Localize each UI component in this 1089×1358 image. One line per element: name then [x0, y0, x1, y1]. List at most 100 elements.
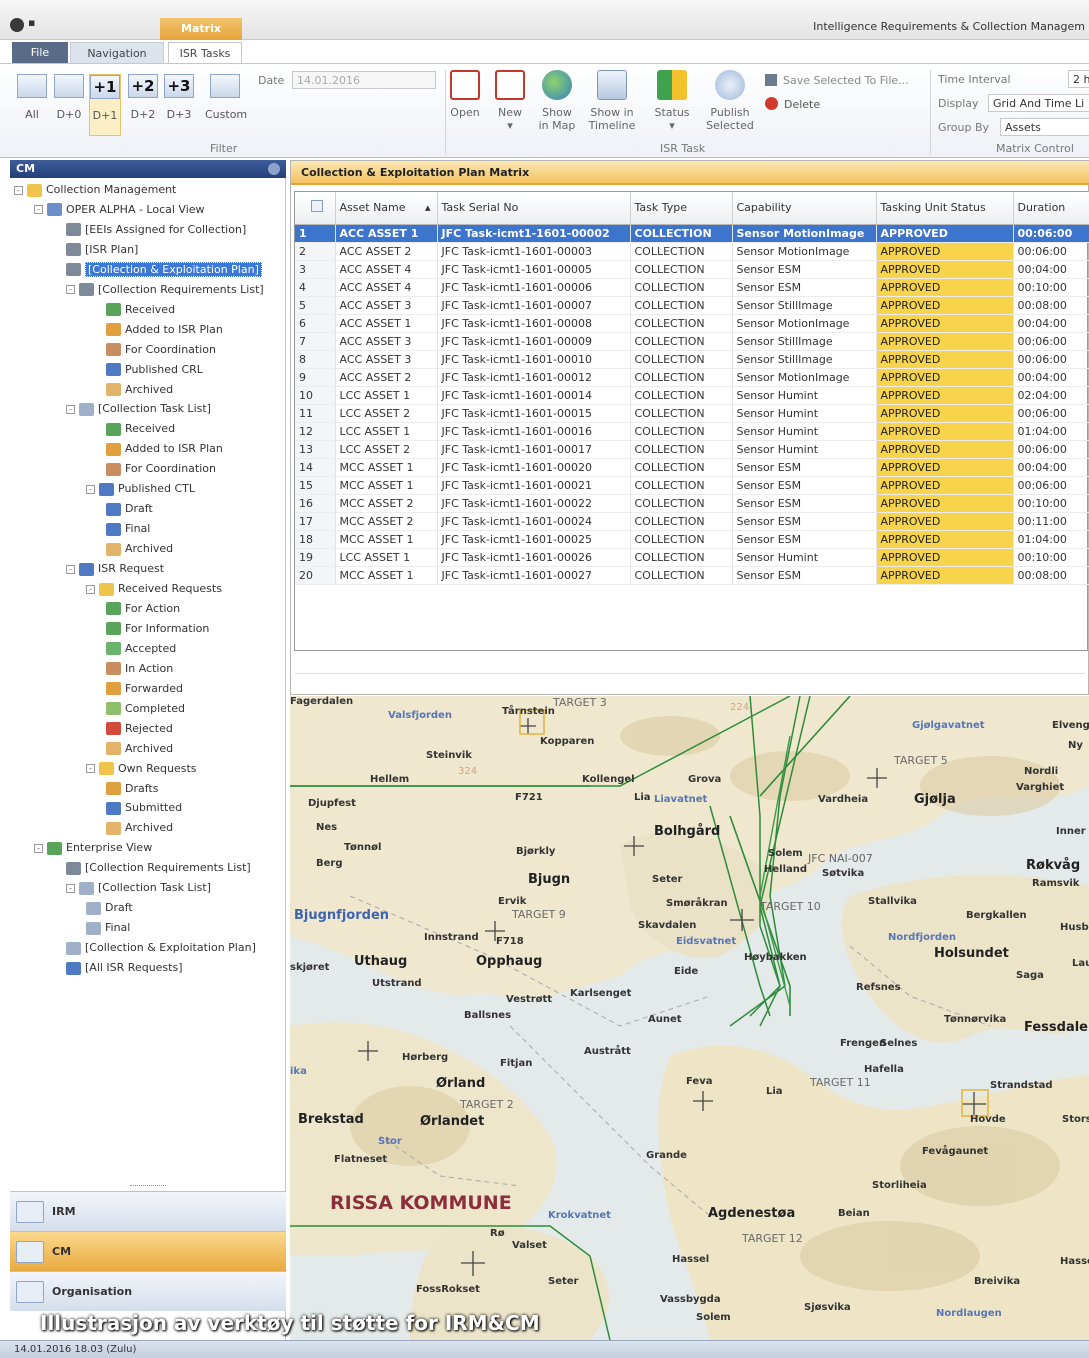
tree-expander-icon[interactable]: -	[86, 584, 95, 594]
filter-d1-button[interactable]: +1 D+1	[89, 74, 121, 136]
tree-expander-icon[interactable]: -	[66, 285, 75, 295]
tree-node[interactable]: Final	[106, 519, 150, 538]
tree-expander-icon[interactable]: -	[86, 764, 95, 774]
collapse-panel-icon[interactable]	[268, 163, 280, 175]
date-picker[interactable]: 14.01.2016	[292, 71, 436, 89]
tree-node[interactable]: Submitted	[106, 798, 182, 817]
nav-cm-button[interactable]: CM	[10, 1231, 286, 1271]
filter-custom-button[interactable]: Custom	[205, 74, 247, 136]
display-select[interactable]: Grid And Time Li	[988, 94, 1089, 112]
table-row[interactable]: 8 ACC ASSET 3 JFC Task-icmt1-1601-00010 COL…	[295, 350, 1089, 369]
table-row[interactable]: 6 ACC ASSET 1 JFC Task-icmt1-1601-00008 COL…	[295, 314, 1089, 333]
table-row[interactable]: 4 ACC ASSET 4 JFC Task-icmt1-1601-00006 COL…	[295, 278, 1089, 297]
filter-d2-button[interactable]: +2 D+2	[127, 74, 159, 136]
column-header[interactable]: Task Type	[630, 192, 733, 225]
table-row[interactable]: 18 MCC ASSET 1 JFC Task-icmt1-1601-00025 CO…	[295, 530, 1089, 549]
tree-expander-icon[interactable]: -	[66, 883, 75, 893]
column-header[interactable]: Task Serial No	[437, 192, 631, 225]
time-interval-select[interactable]: 2 h	[1068, 70, 1089, 88]
tree-node[interactable]: - Enterprise View	[34, 838, 152, 857]
tree-node[interactable]: [ISR Plan]	[66, 240, 138, 259]
publish-selected-button[interactable]: Publish Selected	[705, 70, 755, 132]
tree-node[interactable]: For Action	[106, 599, 180, 618]
show-in-map-button[interactable]: Show in Map	[532, 70, 582, 132]
table-row[interactable]: 1 ACC ASSET 1 JFC Task-icmt1-1601-00002 COL…	[295, 224, 1089, 243]
tree-node[interactable]: - Received Requests	[86, 579, 222, 598]
group-by-select[interactable]: Assets	[1000, 118, 1089, 136]
tree-node[interactable]: Draft	[106, 499, 153, 518]
tree-node[interactable]: Archived	[106, 380, 173, 399]
status-button[interactable]: Status ▾	[647, 70, 697, 132]
tree-node[interactable]: Draft	[86, 898, 133, 917]
app-menu-icon[interactable]	[10, 18, 24, 32]
column-header[interactable]: Asset Name ▴	[335, 192, 438, 225]
tree-node[interactable]: - [Collection Requirements List]	[66, 280, 264, 299]
tree-node[interactable]: [All ISR Requests]	[66, 958, 183, 977]
tree-node[interactable]: - [Collection Task List]	[66, 399, 211, 418]
tree-node[interactable]: [Collection & Exploitation Plan]	[66, 938, 256, 957]
table-row[interactable]: 2 ACC ASSET 2 JFC Task-icmt1-1601-00003 COL…	[295, 242, 1089, 261]
tree-node[interactable]: Forwarded	[106, 679, 183, 698]
filter-d0-button[interactable]: D+0	[53, 74, 85, 136]
table-row[interactable]: 19 LCC ASSET 1 JFC Task-icmt1-1601-00026 CO…	[295, 548, 1089, 567]
tree-node[interactable]: Added to ISR Plan	[106, 320, 223, 339]
delete-button[interactable]: Delete	[765, 97, 820, 111]
column-header[interactable]: Capability	[732, 192, 877, 225]
table-row[interactable]: 11 LCC ASSET 2 JFC Task-icmt1-1601-00015 CO…	[295, 404, 1089, 423]
tree-expander-icon[interactable]: -	[66, 404, 75, 414]
horizontal-scrollbar[interactable]	[295, 673, 1085, 687]
tab-navigation[interactable]: Navigation	[70, 42, 164, 64]
tab-isr-tasks[interactable]: ISR Tasks	[168, 42, 242, 64]
tree-node[interactable]: Final	[86, 918, 130, 937]
tree-node[interactable]: [Collection & Exploitation Plan]	[66, 260, 262, 279]
tree-node[interactable]: For Coordination	[106, 340, 216, 359]
tree-node[interactable]: Archived	[106, 818, 173, 837]
tree-node[interactable]: Archived	[106, 739, 173, 758]
tree-expander-icon[interactable]: -	[34, 843, 43, 853]
tree-node[interactable]: - [Collection Task List]	[66, 878, 211, 897]
map-view[interactable]: Valsfjorden Tårnstein TARGET 3 Kopparen 224 G…	[290, 696, 1089, 1340]
open-button[interactable]: Open	[440, 70, 490, 119]
table-row[interactable]: 17 MCC ASSET 2 JFC Task-icmt1-1601-00024 CO…	[295, 512, 1089, 531]
tree-node[interactable]: - Published CTL	[86, 479, 195, 498]
new-button[interactable]: New ▾	[485, 70, 535, 132]
tree-node[interactable]: Received	[106, 419, 175, 438]
tree-node[interactable]: Received	[106, 300, 175, 319]
save-selected-button[interactable]: Save Selected To File...	[765, 74, 909, 87]
column-header[interactable]: Tasking Unit Status	[876, 192, 1014, 225]
table-row[interactable]: 20 MCC ASSET 1 JFC Task-icmt1-1601-00027 CO…	[295, 566, 1089, 585]
tab-file[interactable]: File	[12, 42, 68, 64]
column-chooser-icon[interactable]	[310, 200, 323, 213]
tree-node[interactable]: Added to ISR Plan	[106, 439, 223, 458]
tree-node[interactable]: - ISR Request	[66, 559, 164, 578]
tree-node[interactable]: For Information	[106, 619, 209, 638]
table-row[interactable]: 12 LCC ASSET 1 JFC Task-icmt1-1601-00016 CO…	[295, 422, 1089, 441]
tree-node[interactable]: Accepted	[106, 639, 176, 658]
tree-node[interactable]: [EEIs Assigned for Collection]	[66, 220, 246, 239]
tree-expander-icon[interactable]: -	[86, 484, 95, 494]
tree-expander-icon[interactable]: -	[34, 205, 43, 215]
column-header[interactable]	[295, 192, 336, 225]
tree-node[interactable]: In Action	[106, 659, 173, 678]
tree-expander-icon[interactable]: -	[66, 564, 75, 574]
table-row[interactable]: 14 MCC ASSET 1 JFC Task-icmt1-1601-00020 CO…	[295, 458, 1089, 477]
tree-node[interactable]: Completed	[106, 699, 185, 718]
show-in-timeline-button[interactable]: Show in Timeline	[587, 70, 637, 132]
quick-access-toolbar[interactable]: ▪	[28, 16, 35, 29]
table-row[interactable]: 3 ACC ASSET 4 JFC Task-icmt1-1601-00005 COL…	[295, 260, 1089, 279]
tree-node[interactable]: Drafts	[106, 779, 158, 798]
nav-organisation-button[interactable]: Organisation	[10, 1271, 286, 1311]
table-row[interactable]: 16 MCC ASSET 2 JFC Task-icmt1-1601-00022 CO…	[295, 494, 1089, 513]
table-row[interactable]: 10 LCC ASSET 1 JFC Task-icmt1-1601-00014 CO…	[295, 386, 1089, 405]
table-row[interactable]: 9 ACC ASSET 2 JFC Task-icmt1-1601-00012 COL…	[295, 368, 1089, 387]
table-row[interactable]: 7 ACC ASSET 3 JFC Task-icmt1-1601-00009 COL…	[295, 332, 1089, 351]
table-row[interactable]: 13 LCC ASSET 2 JFC Task-icmt1-1601-00017 CO…	[295, 440, 1089, 459]
tree-node[interactable]: - Own Requests	[86, 759, 197, 778]
tree-node[interactable]: [Collection Requirements List]	[66, 858, 251, 877]
nav-irm-button[interactable]: IRM	[10, 1191, 286, 1231]
table-row[interactable]: 15 MCC ASSET 1 JFC Task-icmt1-1601-00021 CO…	[295, 476, 1089, 495]
tree-node[interactable]: - Collection Management	[14, 180, 176, 199]
tree-node[interactable]: - OPER ALPHA - Local View	[34, 200, 205, 219]
tree-node[interactable]: Published CRL	[106, 360, 203, 379]
filter-d3-button[interactable]: +3 D+3	[163, 74, 195, 136]
